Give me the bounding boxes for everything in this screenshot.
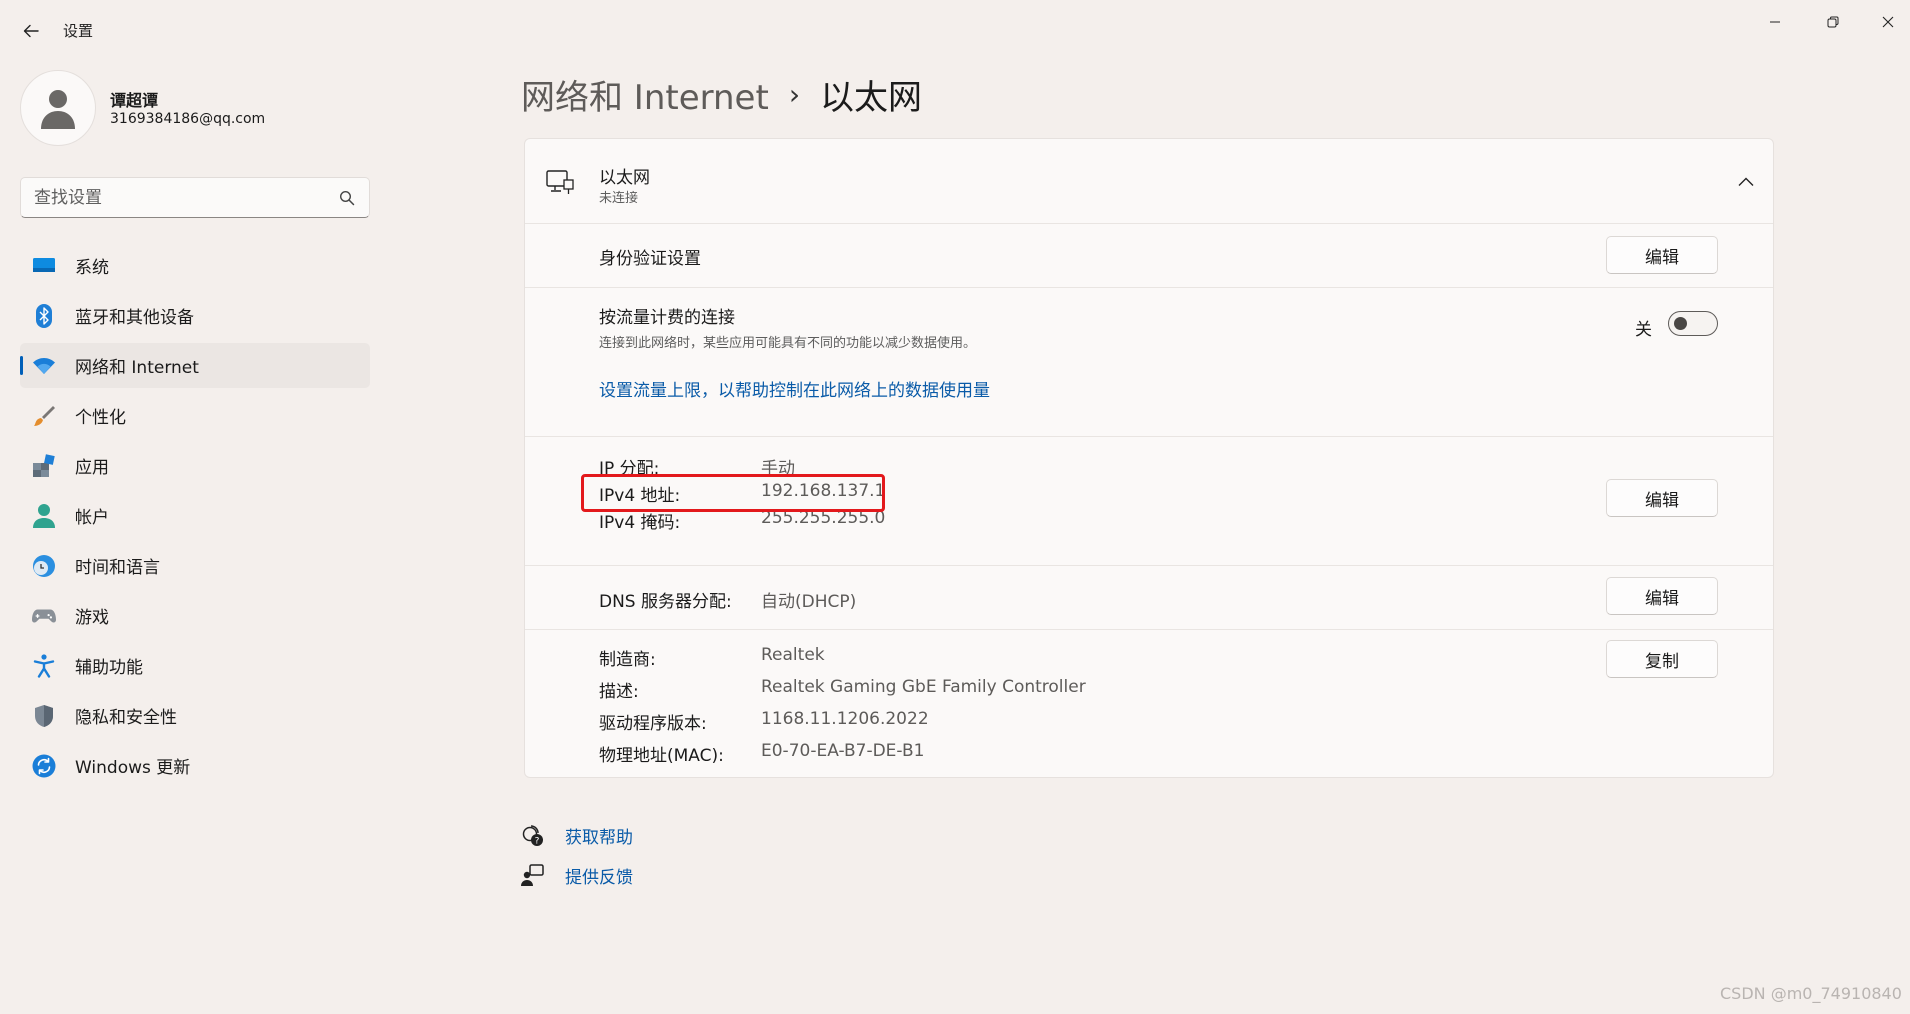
help-chat-icon: ?	[522, 825, 543, 847]
dns-value: 自动(DHCP)	[761, 592, 857, 612]
metered-title: 按流量计费的连接	[599, 308, 735, 328]
manufacturer-value: Realtek	[761, 645, 825, 665]
metered-connection-row: 按流量计费的连接 连接到此网络时，某些应用可能具有不同的功能以减少数据使用。 设…	[525, 288, 1773, 437]
watermark: CSDN @m0_74910840	[1720, 984, 1902, 1003]
bluetooth-icon	[32, 304, 56, 328]
sidebar-item-label: 时间和语言	[75, 558, 160, 578]
sidebar-item-personalization[interactable]: 个性化	[20, 393, 370, 438]
wifi-icon	[32, 354, 56, 378]
auth-settings-row: 身份验证设置 编辑	[525, 224, 1773, 288]
sidebar-item-privacy[interactable]: 隐私和安全性	[20, 693, 370, 738]
ipv4-highlight-annotation	[581, 474, 885, 512]
gamepad-icon	[32, 604, 56, 628]
driver-version-value: 1168.11.1206.2022	[761, 709, 929, 729]
description-value: Realtek Gaming GbE Family Controller	[761, 677, 1086, 697]
sidebar-item-apps[interactable]: 应用	[20, 443, 370, 488]
sidebar-item-label: 隐私和安全性	[75, 708, 177, 728]
auth-settings-label: 身份验证设置	[599, 249, 701, 269]
search-box[interactable]	[20, 177, 370, 218]
back-arrow-icon	[23, 24, 39, 38]
dns-label: DNS 服务器分配:	[599, 592, 732, 612]
ethernet-title: 以太网	[599, 168, 650, 188]
title-bar: 设置	[0, 0, 1910, 60]
collapse-button[interactable]	[1733, 169, 1759, 195]
description-label: 描述:	[599, 682, 639, 702]
ethernet-icon	[546, 170, 574, 194]
profile-name: 谭超谭	[110, 91, 159, 110]
chevron-up-icon	[1738, 177, 1754, 186]
ip-edit-button[interactable]: 编辑	[1606, 479, 1718, 517]
app-title: 设置	[63, 22, 94, 40]
page-title: 以太网	[820, 77, 923, 118]
apps-icon	[32, 454, 56, 478]
close-icon	[1882, 16, 1894, 28]
help-links: ? 获取帮助 提供反馈	[521, 815, 633, 895]
manufacturer-label: 制造商:	[599, 650, 656, 670]
avatar	[20, 70, 96, 146]
clock-globe-icon	[32, 554, 56, 578]
search-icon[interactable]	[339, 190, 355, 206]
feedback-label: 提供反馈	[565, 867, 633, 888]
system-icon	[32, 254, 56, 278]
restore-button[interactable]	[1810, 8, 1856, 36]
breadcrumb-parent[interactable]: 网络和 Internet	[521, 70, 769, 119]
brush-icon	[32, 404, 56, 428]
sidebar-item-time-language[interactable]: 时间和语言	[20, 543, 370, 588]
sidebar-item-label: 系统	[75, 258, 109, 278]
sidebar-item-accounts[interactable]: 帐户	[20, 493, 370, 538]
dns-edit-button[interactable]: 编辑	[1606, 577, 1718, 615]
ethernet-card: 以太网 未连接 身份验证设置 编辑 按流量计费的连接 连接到此网络时，某些应用可…	[524, 138, 1774, 778]
mac-address-value: E0-70-EA-B7-DE-B1	[761, 741, 925, 761]
search-input[interactable]	[34, 186, 324, 210]
profile-email: 3169384186@qq.com	[110, 111, 266, 127]
breadcrumb-separator: ›	[788, 77, 801, 111]
toggle-knob	[1674, 317, 1687, 330]
feedback-icon	[521, 864, 544, 886]
metered-description: 连接到此网络时，某些应用可能具有不同的功能以减少数据使用。	[599, 336, 977, 351]
metered-toggle[interactable]	[1668, 311, 1718, 336]
sidebar-item-label: 帐户	[75, 508, 109, 528]
get-help-link[interactable]: ? 获取帮助	[521, 815, 633, 855]
ethernet-status: 未连接	[599, 191, 639, 206]
user-profile[interactable]: 谭超谭 3169384186@qq.com	[20, 70, 360, 146]
close-button[interactable]	[1865, 8, 1910, 36]
person-icon	[41, 90, 75, 129]
sidebar-item-label: Windows 更新	[75, 758, 191, 778]
mac-address-label: 物理地址(MAC):	[599, 746, 724, 766]
minimize-icon	[1770, 21, 1780, 23]
minimize-button[interactable]	[1752, 8, 1798, 36]
account-icon	[32, 504, 56, 528]
metered-toggle-state: 关	[1635, 320, 1652, 340]
restore-icon	[1827, 16, 1839, 28]
sidebar-item-label: 个性化	[75, 408, 126, 428]
update-icon	[32, 754, 56, 778]
ip-settings-row: IP 分配: 手动 IPv4 地址: 192.168.137.1 IPv4 掩码…	[525, 437, 1773, 566]
adapter-properties-row: 制造商: Realtek 描述: Realtek Gaming GbE Fami…	[525, 630, 1773, 777]
feedback-link[interactable]: 提供反馈	[521, 855, 633, 895]
back-button[interactable]	[18, 18, 44, 44]
sidebar-item-label: 游戏	[75, 608, 109, 628]
sidebar-item-system[interactable]: 系统	[20, 243, 370, 288]
accessibility-icon	[32, 654, 56, 678]
auth-edit-button[interactable]: 编辑	[1606, 236, 1718, 274]
sidebar-item-gaming[interactable]: 游戏	[20, 593, 370, 638]
copy-button[interactable]: 复制	[1606, 640, 1718, 678]
shield-icon	[32, 704, 56, 728]
sidebar-item-label: 蓝牙和其他设备	[75, 308, 194, 328]
sidebar-item-accessibility[interactable]: 辅助功能	[20, 643, 370, 688]
svg-text:?: ?	[535, 837, 540, 847]
ethernet-card-header[interactable]: 以太网 未连接	[525, 139, 1773, 224]
sidebar-item-bluetooth[interactable]: 蓝牙和其他设备	[20, 293, 370, 338]
sidebar-item-windows-update[interactable]: Windows 更新	[20, 743, 370, 788]
get-help-label: 获取帮助	[565, 827, 633, 848]
sidebar-item-network[interactable]: 网络和 Internet	[20, 343, 370, 388]
sidebar-nav: 系统 蓝牙和其他设备 网络和 Internet 个性化 应用 帐户 时间和语言 …	[20, 243, 370, 793]
dns-row: DNS 服务器分配: 自动(DHCP) 编辑	[525, 566, 1773, 630]
driver-version-label: 驱动程序版本:	[599, 714, 707, 734]
sidebar-item-label: 辅助功能	[75, 658, 143, 678]
sidebar-item-label: 应用	[75, 458, 109, 478]
breadcrumb: 网络和 Internet › 以太网	[521, 70, 922, 118]
data-limit-link[interactable]: 设置流量上限，以帮助控制在此网络上的数据使用量	[599, 376, 990, 401]
sidebar-item-label: 网络和 Internet	[75, 358, 199, 378]
